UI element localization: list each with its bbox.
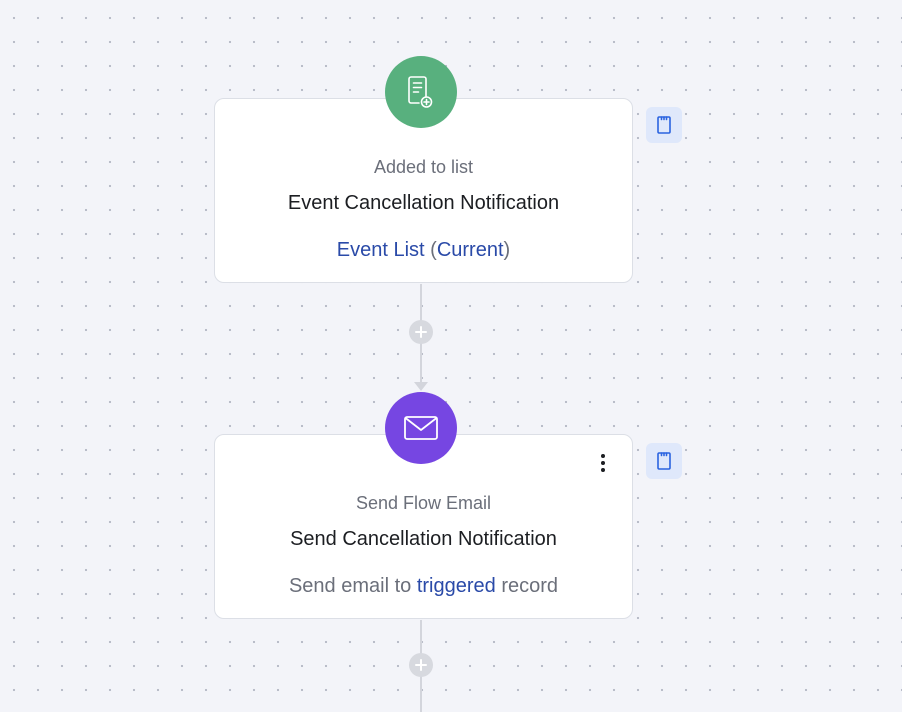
paren-open: (	[424, 239, 437, 261]
list-version-link[interactable]: Current	[437, 239, 504, 261]
record-link[interactable]: triggered	[417, 575, 496, 597]
node-title: Send Cancellation Notification	[290, 528, 557, 550]
envelope-icon	[385, 392, 457, 464]
add-step-button[interactable]	[409, 653, 433, 677]
paren-close: )	[503, 239, 511, 261]
add-step-button[interactable]	[409, 320, 433, 344]
node-title: Event Cancellation Notification	[287, 192, 560, 214]
node-menu-button[interactable]	[588, 451, 618, 475]
node-type-label: Added to list	[373, 157, 474, 177]
notes-icon	[657, 116, 671, 134]
node-type-label: Send Flow Email	[355, 493, 492, 513]
connector-arrow	[414, 382, 428, 391]
node-detail: Event List (Current)	[215, 239, 632, 262]
detail-suffix: record	[495, 575, 559, 597]
notes-icon	[657, 452, 671, 470]
detail-prefix: Send email to	[288, 575, 417, 597]
list-link[interactable]: Event List	[337, 239, 425, 261]
notes-button[interactable]	[646, 443, 682, 479]
more-vertical-icon	[601, 454, 605, 472]
node-detail: Send email to triggered record	[215, 575, 632, 598]
list-add-icon	[385, 56, 457, 128]
plus-icon	[415, 659, 427, 671]
notes-button[interactable]	[646, 107, 682, 143]
plus-icon	[415, 326, 427, 338]
